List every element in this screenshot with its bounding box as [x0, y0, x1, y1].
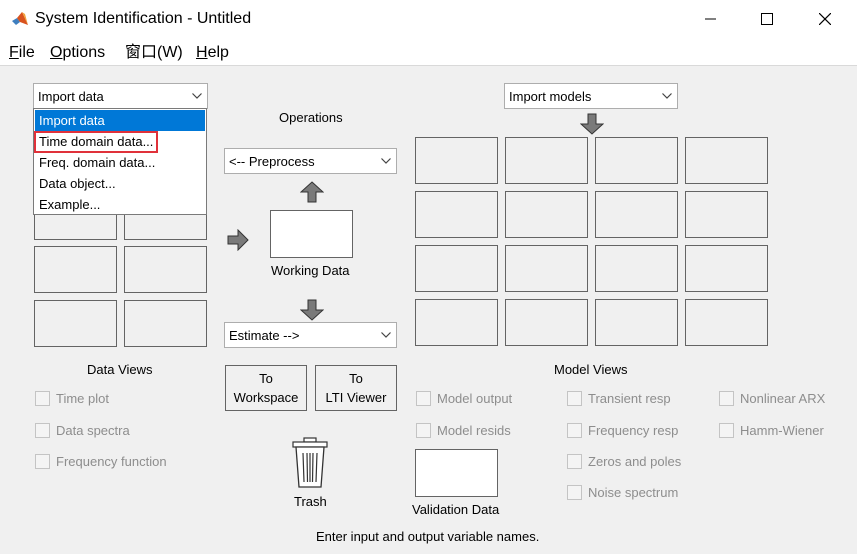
model-slot[interactable] [415, 299, 498, 346]
model-slot[interactable] [685, 137, 768, 184]
menu-help[interactable]: Help [196, 43, 229, 63]
checkbox-box [719, 391, 734, 406]
import-models-select[interactable]: Import models [504, 83, 678, 109]
checkbox-zeros-poles[interactable]: Zeros and poles [567, 454, 681, 469]
checkbox-box [719, 423, 734, 438]
model-slot[interactable] [505, 137, 588, 184]
model-views-title: Model Views [554, 362, 628, 377]
checkbox-box [416, 423, 431, 438]
checkbox-nonlinear-arx[interactable]: Nonlinear ARX [719, 391, 825, 406]
checkbox-box [567, 454, 582, 469]
checkbox-box [35, 391, 50, 406]
checkbox-frequency-function[interactable]: Frequency function [35, 454, 167, 469]
model-slot[interactable] [595, 245, 678, 292]
close-button[interactable] [802, 0, 848, 38]
arrow-down-icon [579, 113, 605, 138]
data-slot[interactable] [124, 300, 207, 347]
matlab-logo-icon [11, 10, 29, 28]
checkbox-time-plot[interactable]: Time plot [35, 391, 109, 406]
model-slot[interactable] [415, 245, 498, 292]
model-slot[interactable] [415, 137, 498, 184]
import-data-select[interactable]: Import data [33, 83, 208, 109]
model-slot[interactable] [415, 191, 498, 238]
data-views-title: Data Views [87, 362, 153, 377]
model-slot[interactable] [685, 245, 768, 292]
working-data-label: Working Data [271, 263, 350, 278]
data-slot[interactable] [34, 246, 117, 293]
model-slot[interactable] [505, 299, 588, 346]
menu-file[interactable]: File [9, 43, 35, 63]
menu-window[interactable]: 窗口(W) [125, 43, 183, 63]
validation-data-slot[interactable] [415, 449, 498, 497]
import-data-dropdown: Import data Time domain data... Freq. do… [33, 108, 207, 215]
status-text: Enter input and output variable names. [316, 529, 540, 544]
checkbox-frequency-resp[interactable]: Frequency resp [567, 423, 678, 438]
checkbox-box [35, 423, 50, 438]
dropdown-option-import-data[interactable]: Import data [35, 110, 205, 131]
to-workspace-button[interactable]: To Workspace [225, 365, 307, 411]
chevron-down-icon [188, 85, 206, 107]
window-title: System Identification - Untitled [35, 10, 252, 27]
model-slot[interactable] [685, 191, 768, 238]
checkbox-transient-resp[interactable]: Transient resp [567, 391, 671, 406]
checkbox-hamm-wiener[interactable]: Hamm-Wiener [719, 423, 824, 438]
model-slot[interactable] [595, 299, 678, 346]
minimize-icon [705, 18, 716, 20]
chevron-down-icon [377, 150, 395, 172]
dropdown-option-data-object[interactable]: Data object... [35, 173, 205, 194]
trash-icon[interactable] [291, 437, 329, 492]
model-slot[interactable] [505, 191, 588, 238]
checkbox-box [416, 391, 431, 406]
validation-data-label: Validation Data [412, 502, 500, 517]
checkbox-box [567, 423, 582, 438]
checkbox-box [567, 391, 582, 406]
menu-options[interactable]: Options [50, 43, 105, 63]
data-slot[interactable] [124, 246, 207, 293]
chevron-down-icon [658, 85, 676, 107]
maximize-button[interactable] [744, 0, 790, 38]
arrow-up-icon [299, 181, 325, 206]
model-slot[interactable] [505, 245, 588, 292]
minimize-button[interactable] [688, 0, 734, 38]
operations-title: Operations [279, 110, 343, 125]
chevron-down-icon [377, 324, 395, 346]
model-slot[interactable] [685, 299, 768, 346]
checkbox-box [35, 454, 50, 469]
arrow-down-icon [299, 299, 325, 324]
preprocess-select[interactable]: <-- Preprocess [224, 148, 397, 174]
to-lti-viewer-button[interactable]: To LTI Viewer [315, 365, 397, 411]
checkbox-model-resids[interactable]: Model resids [416, 423, 511, 438]
trash-label: Trash [294, 494, 327, 509]
dropdown-option-freq-domain[interactable]: Freq. domain data... [35, 152, 205, 173]
data-slot[interactable] [34, 300, 117, 347]
close-icon [819, 13, 831, 25]
estimate-select[interactable]: Estimate --> [224, 322, 397, 348]
maximize-icon [761, 13, 773, 25]
checkbox-model-output[interactable]: Model output [416, 391, 512, 406]
model-slot[interactable] [595, 137, 678, 184]
arrow-right-icon [227, 228, 249, 254]
model-slot[interactable] [595, 191, 678, 238]
checkbox-noise-spectrum[interactable]: Noise spectrum [567, 485, 678, 500]
checkbox-data-spectra[interactable]: Data spectra [35, 423, 130, 438]
checkbox-box [567, 485, 582, 500]
highlight-box [34, 131, 158, 153]
dropdown-option-example[interactable]: Example... [35, 194, 205, 215]
working-data-slot[interactable] [270, 210, 353, 258]
